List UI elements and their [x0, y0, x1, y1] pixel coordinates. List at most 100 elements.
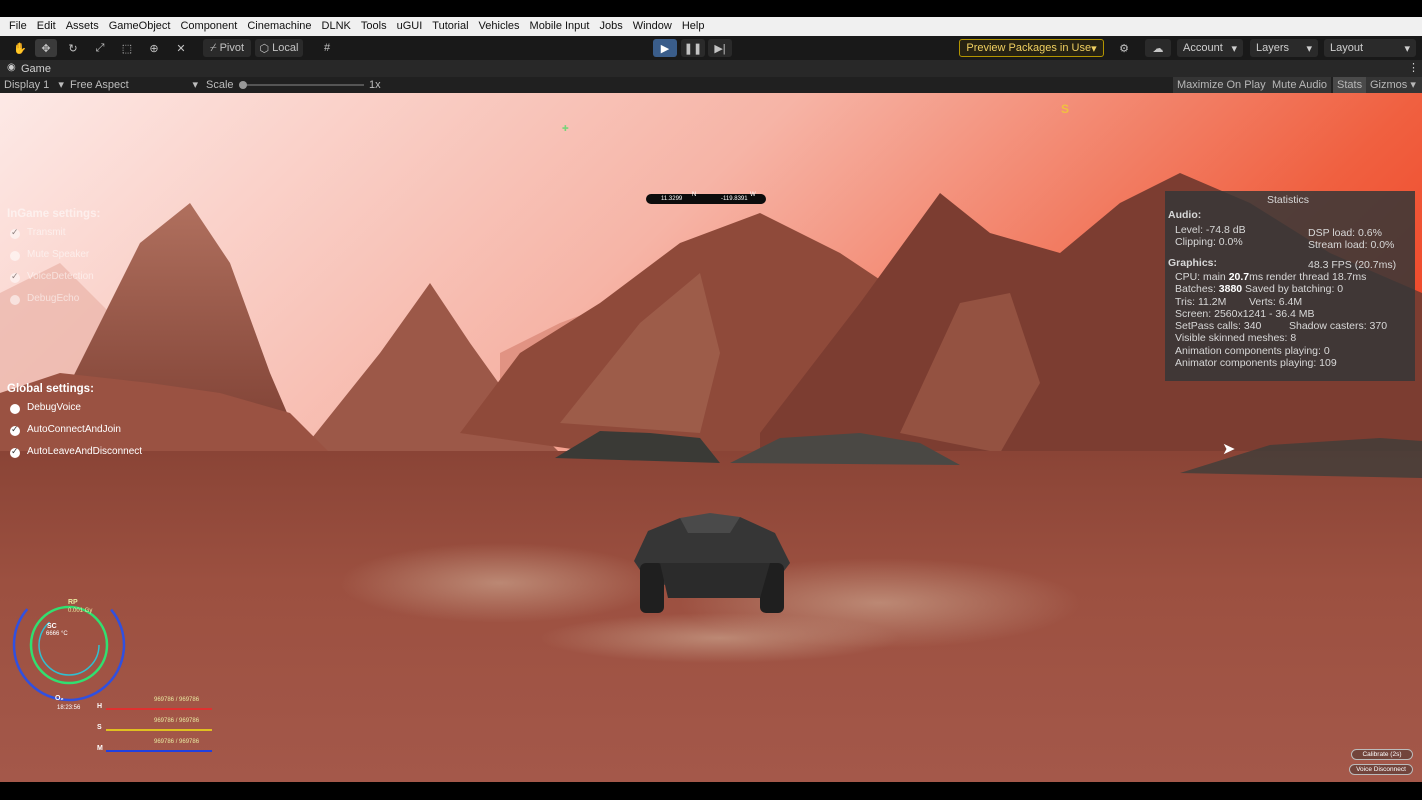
menu-item-dlnk[interactable]: DLNK — [317, 17, 356, 36]
calibrate-button[interactable]: Calibrate (2s) — [1351, 749, 1413, 760]
menu-item-tools[interactable]: Tools — [356, 17, 392, 36]
voice-disconnect-button[interactable]: Voice Disconnect — [1349, 764, 1413, 775]
setting-label: DebugEcho — [27, 293, 80, 304]
menu-item-jobs[interactable]: Jobs — [594, 17, 627, 36]
hud-bar-label: S — [97, 724, 102, 731]
bottom-letterbox — [0, 782, 1422, 800]
preview-packages-button[interactable]: Preview Packages in Use ▾ — [959, 39, 1104, 57]
account-label: Account — [1183, 42, 1223, 54]
checkbox-autoconnectandjoin[interactable] — [10, 424, 20, 436]
stats-tris: Tris: 11.2M — [1175, 296, 1227, 308]
stats-batches: Batches: 3880 Saved by batching: 0 — [1175, 283, 1343, 295]
menu-item-cinemachine[interactable]: Cinemachine — [242, 17, 316, 36]
game-viewport[interactable]: 11.3299 N -119.8391 W ✚ S InGame setting… — [0, 93, 1422, 782]
stats-stream: Stream load: 0.0% — [1308, 239, 1395, 251]
rotate-tool-icon[interactable]: ↻ — [62, 39, 84, 57]
mouse-cursor-icon: ➤ — [1222, 441, 1236, 458]
stats-cpu-prefix: CPU: main — [1175, 271, 1229, 283]
pivot-toggle[interactable]: ⌿ Pivot — [203, 39, 251, 57]
unity-editor-window: File Edit Assets GameObject Component Cinemac… — [0, 0, 1422, 800]
chevron-down-icon: ▾ — [1404, 42, 1410, 55]
stats-anim: Animation components playing: 0 — [1175, 345, 1330, 357]
menu-item-vehicles[interactable]: Vehicles — [474, 17, 525, 36]
aspect-label: Free Aspect — [70, 79, 129, 91]
checkbox-debugvoice[interactable] — [10, 404, 20, 414]
stats-batches-prefix: Batches: — [1175, 283, 1219, 295]
cloud-icon[interactable]: ☁ — [1145, 39, 1171, 57]
o2-value: 18:23:56 — [57, 705, 81, 711]
display-dropdown[interactable]: Display 1 ▾ — [4, 78, 64, 92]
transform-tool-icon[interactable]: ⊕ — [143, 39, 165, 57]
menu-item-ugui[interactable]: uGUI — [392, 17, 428, 36]
layers-dropdown[interactable]: Layers ▾ — [1250, 39, 1318, 57]
rp-value: 0.001 Gy — [68, 608, 93, 614]
menu-item-tutorial[interactable]: Tutorial — [427, 17, 473, 36]
menu-item-component[interactable]: Component — [175, 17, 242, 36]
menu-item-help[interactable]: Help — [677, 17, 710, 36]
hud-bar-label: H — [97, 703, 103, 710]
stats-audio-header: Audio: — [1168, 209, 1202, 221]
pivot-icon: ⌿ — [209, 41, 217, 54]
menu-item-file[interactable]: File — [4, 17, 32, 36]
maximize-on-play-button[interactable]: Maximize On Play — [1173, 77, 1270, 93]
compass-north: N — [692, 192, 697, 198]
mute-audio-button[interactable]: Mute Audio — [1268, 77, 1332, 93]
gizmos-dropdown[interactable]: Gizmos ▾ — [1366, 77, 1422, 93]
step-button[interactable]: ▶| — [708, 39, 732, 57]
layout-label: Layout — [1330, 42, 1364, 54]
menu-item-mobile-input[interactable]: Mobile Input — [525, 17, 595, 36]
checkbox-debugecho[interactable] — [10, 295, 20, 305]
pause-button[interactable]: ❚❚ — [681, 39, 705, 57]
hud-bar-value: 969786 / 969786 — [154, 739, 200, 745]
setting-label: AutoLeaveAndDisconnect — [27, 446, 143, 457]
setting-label: DebugVoice — [27, 402, 81, 413]
stats-verts: Verts: 6.4M — [1249, 296, 1303, 308]
stats-button[interactable]: Stats — [1333, 77, 1367, 93]
hud-bar-value: 969786 / 969786 — [154, 718, 200, 724]
menu-item-edit[interactable]: Edit — [32, 17, 61, 36]
aspect-dropdown[interactable]: Free Aspect ▾ — [70, 78, 198, 92]
preview-packages-label: Preview Packages in Use — [966, 42, 1092, 54]
settings-icon[interactable]: ⚙ — [1113, 39, 1135, 57]
scale-value: 1x — [369, 79, 381, 91]
menu-item-gameobject[interactable]: GameObject — [104, 17, 176, 36]
chevron-down-icon: ▾ — [1410, 79, 1416, 91]
checkbox-autoleaveanddisconnect[interactable] — [10, 446, 20, 458]
hud-bar-fill — [106, 708, 212, 710]
stats-cpu: CPU: main 20.7ms render thread 18.7ms — [1175, 271, 1366, 283]
grid-snap-icon[interactable]: # — [316, 39, 338, 57]
stats-fps: 48.3 FPS (20.7ms) — [1308, 259, 1397, 271]
chevron-down-icon: ▾ — [1306, 42, 1312, 55]
checkbox-voicedetection[interactable] — [10, 271, 20, 283]
stats-batches-value: 3880 — [1218, 283, 1243, 295]
play-button[interactable]: ▶ — [653, 39, 677, 57]
more-options-icon[interactable]: ⋮ — [1408, 61, 1419, 74]
scale-slider[interactable] — [239, 81, 364, 89]
rp-label: RP — [68, 599, 78, 606]
checkbox-mute-speaker[interactable] — [10, 251, 20, 261]
checkbox-transmit[interactable] — [10, 227, 20, 239]
tab-game[interactable]: Game — [21, 63, 51, 75]
chevron-down-icon: ▾ — [1231, 42, 1237, 55]
scale-label: Scale — [206, 79, 234, 91]
gizmos-label: Gizmos — [1370, 79, 1408, 91]
move-tool-icon[interactable]: ✥ — [35, 39, 57, 57]
menu-item-assets[interactable]: Assets — [61, 17, 104, 36]
green-marker: ✚ — [562, 124, 569, 133]
scale-slider-handle[interactable] — [239, 81, 247, 89]
stats-batches-suffix: Saved by batching: 0 — [1242, 283, 1344, 295]
local-toggle[interactable]: ⬡ Local — [255, 39, 303, 57]
hand-tool-icon[interactable]: ✋ — [9, 39, 31, 57]
layers-label: Layers — [1256, 42, 1290, 54]
menu-item-window[interactable]: Window — [628, 17, 677, 36]
scale-tool-icon[interactable]: ⤢ — [89, 39, 111, 57]
custom-tool-icon[interactable]: ✕ — [170, 39, 192, 57]
setting-label: Mute Speaker — [27, 249, 90, 260]
o2-label: O₂ — [55, 695, 64, 702]
rect-tool-icon[interactable]: ⬚ — [116, 39, 138, 57]
account-dropdown[interactable]: Account ▾ — [1177, 39, 1243, 57]
stats-graphics-header: Graphics: — [1168, 257, 1218, 269]
sc-label: SC — [47, 623, 57, 630]
layout-dropdown[interactable]: Layout ▾ — [1324, 39, 1416, 57]
toolbar: ✋ ✥ ↻ ⤢ ⬚ ⊕ ✕ ⌿ Pivot ⬡ Local # ▶ ❚❚ ▶| Pr… — [0, 36, 1422, 60]
